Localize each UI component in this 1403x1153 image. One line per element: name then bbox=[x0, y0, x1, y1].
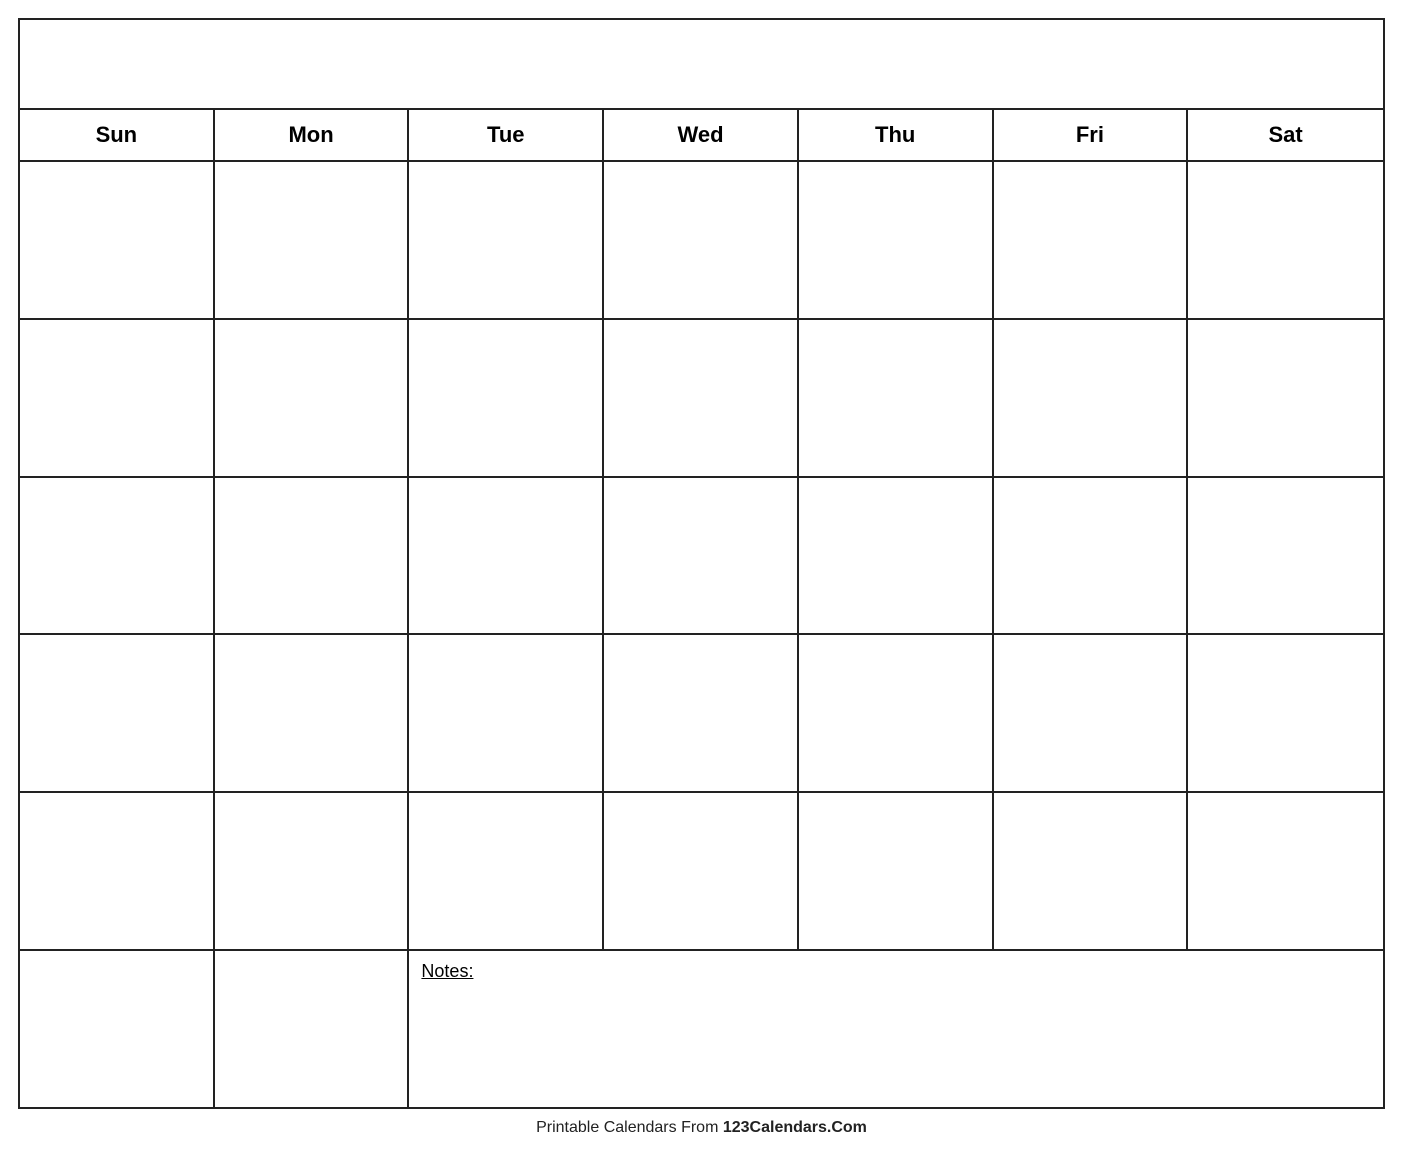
week3-fri bbox=[994, 478, 1189, 634]
week3-thu bbox=[799, 478, 994, 634]
week1-fri bbox=[994, 162, 1189, 318]
week4-tue bbox=[409, 635, 604, 791]
week3-sat bbox=[1188, 478, 1383, 634]
week5-sun bbox=[20, 793, 215, 949]
week5-mon bbox=[215, 793, 410, 949]
week4-sat bbox=[1188, 635, 1383, 791]
week5-sat bbox=[1188, 793, 1383, 949]
notes-label: Notes: bbox=[421, 961, 473, 981]
week5-tue bbox=[409, 793, 604, 949]
notes-content: Notes: bbox=[409, 951, 1383, 1107]
footer: Printable Calendars From 123Calendars.Co… bbox=[536, 1109, 867, 1143]
week2-fri bbox=[994, 320, 1189, 476]
header-fri: Fri bbox=[994, 110, 1189, 160]
week5-thu bbox=[799, 793, 994, 949]
footer-text-normal: Printable Calendars From bbox=[536, 1119, 723, 1136]
week1-wed bbox=[604, 162, 799, 318]
week2-sun bbox=[20, 320, 215, 476]
week3-sun bbox=[20, 478, 215, 634]
calendar-body: Notes: bbox=[20, 162, 1383, 1107]
week1-thu bbox=[799, 162, 994, 318]
week-row-4 bbox=[20, 635, 1383, 793]
week-row-1 bbox=[20, 162, 1383, 320]
week-row-3 bbox=[20, 478, 1383, 636]
week1-sun bbox=[20, 162, 215, 318]
calendar-header-row: Sun Mon Tue Wed Thu Fri Sat bbox=[20, 110, 1383, 162]
header-sun: Sun bbox=[20, 110, 215, 160]
header-wed: Wed bbox=[604, 110, 799, 160]
week5-wed bbox=[604, 793, 799, 949]
calendar-title-row bbox=[20, 20, 1383, 110]
week4-wed bbox=[604, 635, 799, 791]
header-thu: Thu bbox=[799, 110, 994, 160]
notes-empty-mon bbox=[215, 951, 410, 1107]
notes-row: Notes: bbox=[20, 951, 1383, 1107]
week1-tue bbox=[409, 162, 604, 318]
header-mon: Mon bbox=[215, 110, 410, 160]
footer-text-bold: 123Calendars.Com bbox=[723, 1119, 867, 1136]
week2-sat bbox=[1188, 320, 1383, 476]
week5-fri bbox=[994, 793, 1189, 949]
week2-tue bbox=[409, 320, 604, 476]
week1-mon bbox=[215, 162, 410, 318]
week2-thu bbox=[799, 320, 994, 476]
week-row-2 bbox=[20, 320, 1383, 478]
week4-thu bbox=[799, 635, 994, 791]
week2-mon bbox=[215, 320, 410, 476]
week2-wed bbox=[604, 320, 799, 476]
week4-fri bbox=[994, 635, 1189, 791]
page-wrapper: Sun Mon Tue Wed Thu Fri Sat bbox=[0, 0, 1403, 1153]
notes-empty-sun bbox=[20, 951, 215, 1107]
calendar-container: Sun Mon Tue Wed Thu Fri Sat bbox=[18, 18, 1385, 1109]
header-sat: Sat bbox=[1188, 110, 1383, 160]
week4-mon bbox=[215, 635, 410, 791]
week3-tue bbox=[409, 478, 604, 634]
week1-sat bbox=[1188, 162, 1383, 318]
week4-sun bbox=[20, 635, 215, 791]
week3-wed bbox=[604, 478, 799, 634]
week-row-5 bbox=[20, 793, 1383, 951]
header-tue: Tue bbox=[409, 110, 604, 160]
week3-mon bbox=[215, 478, 410, 634]
